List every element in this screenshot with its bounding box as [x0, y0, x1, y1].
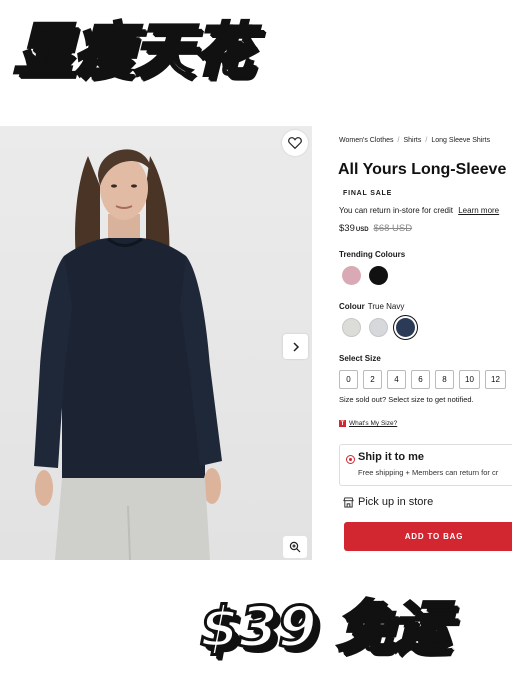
zoom-in-icon: [289, 541, 301, 553]
size-guide[interactable]: T What's My Size?: [339, 420, 397, 427]
select-size-label: Select Size: [339, 354, 381, 363]
learn-more-link[interactable]: Learn more: [458, 206, 499, 215]
return-note: You can return in-store for credit Learn…: [339, 206, 499, 215]
product-photo-illustration: [34, 149, 222, 560]
ship-to-me-option[interactable]: Ship it to me Free shipping + Members ca…: [339, 444, 512, 486]
ship-subtitle: Free shipping + Members can return for c…: [358, 468, 499, 477]
size-options: 0 2 4 6 8 10 12: [339, 370, 506, 389]
heart-icon: [288, 137, 302, 150]
breadcrumb-item[interactable]: Women's Clothes: [339, 137, 394, 144]
swatch-pink[interactable]: [342, 266, 361, 285]
currency: USD: [355, 227, 369, 233]
next-image-button[interactable]: [283, 334, 308, 359]
sold-out-note: Size sold out? Select size to get notifi…: [339, 395, 474, 404]
add-to-bag-button[interactable]: ADD TO BAG: [344, 522, 512, 551]
size-guide-link[interactable]: What's My Size?: [349, 420, 397, 427]
zoom-button[interactable]: [283, 536, 307, 558]
breadcrumb: Women's Clothes / Shirts / Long Sleeve Shirt…: [339, 137, 491, 144]
product-info-panel: Women's Clothes / Shirts / Long Sleeve Shirt…: [312, 126, 512, 560]
product-title: All Yours Long-Sleeve: [338, 161, 507, 178]
size-option[interactable]: 2: [363, 370, 382, 389]
price: $39USD $68 USD: [339, 223, 412, 234]
ship-radio-selected[interactable]: [346, 455, 355, 464]
current-price: $39: [339, 223, 355, 234]
final-sale-badge: FINAL SALE: [343, 190, 393, 197]
colour-label: Colour True Navy: [339, 302, 404, 311]
chevron-right-icon: [292, 341, 299, 352]
colour-value: True Navy: [367, 302, 405, 311]
product-image[interactable]: [0, 126, 312, 560]
swatch-black[interactable]: [369, 266, 388, 285]
swatch-light-grey[interactable]: [342, 318, 361, 337]
size-option[interactable]: 10: [459, 370, 480, 389]
banner-top-text: 显瘦天花: [13, 15, 255, 86]
banner-bottom-text: $39 免运: [199, 594, 450, 662]
wishlist-button[interactable]: [282, 130, 308, 156]
return-note-text: You can return in-store for credit: [339, 206, 453, 215]
ship-title: Ship it to me: [358, 451, 424, 463]
size-option[interactable]: 8: [435, 370, 454, 389]
breadcrumb-item[interactable]: Long Sleeve Shirts: [431, 137, 490, 144]
size-option[interactable]: 6: [411, 370, 430, 389]
size-option[interactable]: 4: [387, 370, 406, 389]
pickup-in-store-option[interactable]: Pick up in store: [343, 496, 433, 508]
swatch-grey[interactable]: [369, 318, 388, 337]
trending-colours-label: Trending Colours: [339, 250, 406, 259]
colour-label-text: Colour: [339, 302, 365, 311]
store-icon: [343, 496, 354, 508]
swatch-true-navy[interactable]: [396, 318, 415, 337]
breadcrumb-item[interactable]: Shirts: [403, 137, 421, 144]
size-guide-icon: T: [339, 420, 346, 427]
size-option[interactable]: 12: [485, 370, 506, 389]
original-price: $68 USD: [373, 223, 413, 234]
size-option[interactable]: 0: [339, 370, 358, 389]
pickup-label: Pick up in store: [358, 496, 434, 508]
